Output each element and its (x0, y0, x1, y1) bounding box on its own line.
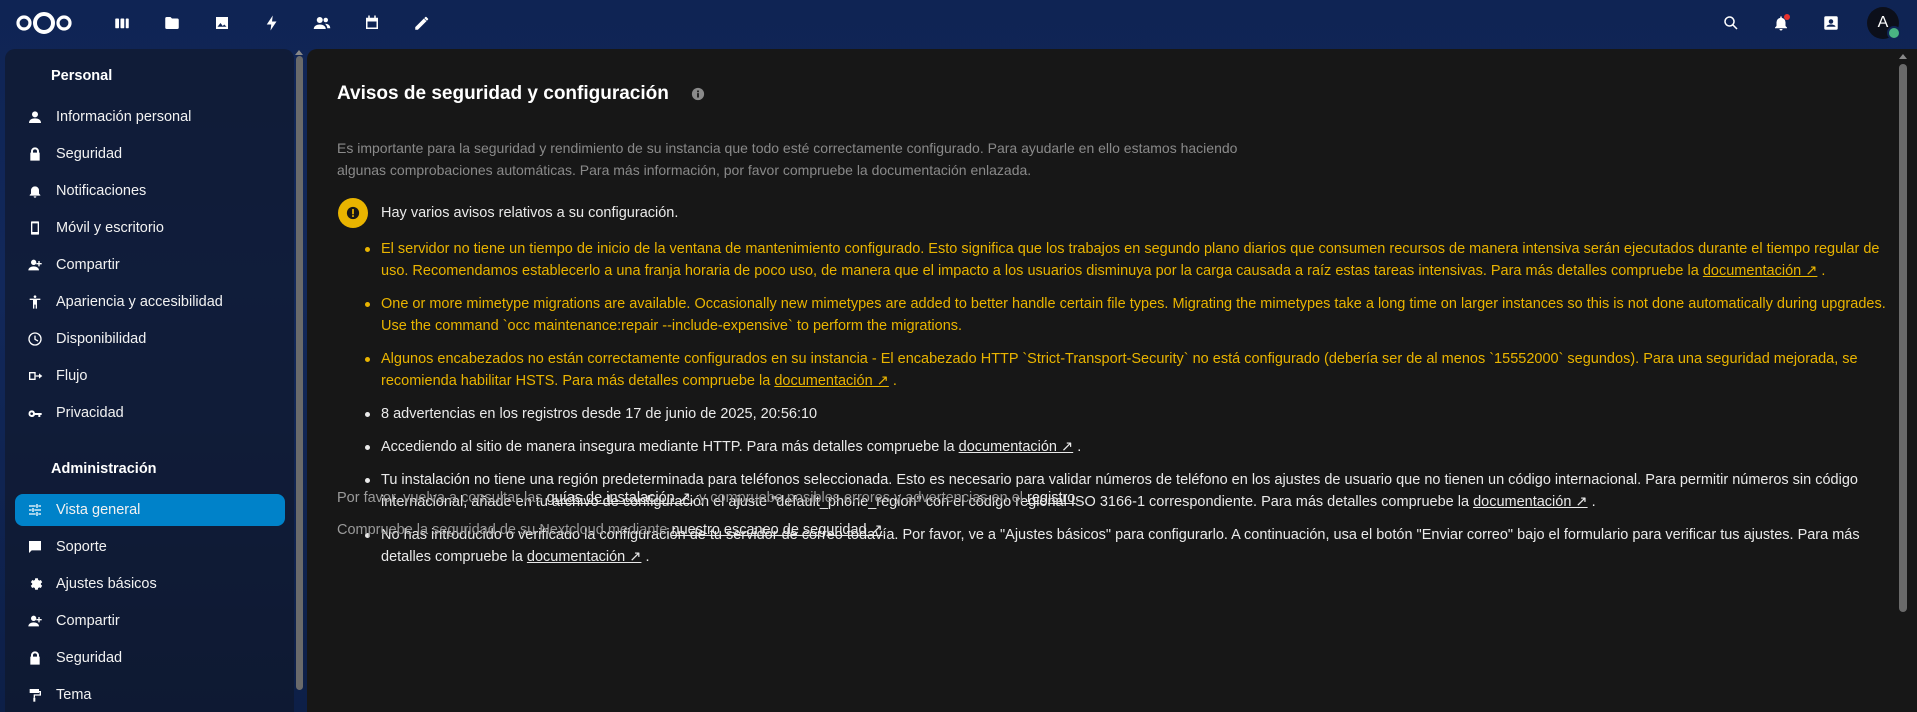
sidebar-item-notifications[interactable]: Notificaciones (15, 175, 285, 207)
phone-icon (15, 220, 55, 236)
sidebar-item-security-personal[interactable]: Seguridad (15, 138, 285, 170)
sidebar-item-basic-settings[interactable]: Ajustes básicos (15, 568, 285, 600)
page-title: Avisos de seguridad y configuración (337, 83, 669, 104)
main-scrollbar[interactable] (1899, 64, 1907, 612)
list-item: One or more mimetype migrations are avai… (337, 293, 1897, 337)
contacts-menu-icon[interactable] (1819, 11, 1843, 35)
sidebar-item-availability[interactable]: Disponibilidad (15, 323, 285, 355)
issue-text: El servidor no tiene un tiempo de inicio… (381, 241, 1880, 279)
sidebar-item-label: Compartir (56, 613, 120, 629)
chat-icon (15, 539, 55, 555)
search-icon[interactable] (1719, 11, 1743, 35)
sidebar-item-overview[interactable]: Vista general (15, 494, 285, 526)
accessibility-icon (15, 294, 55, 310)
contacts-icon[interactable] (310, 11, 334, 35)
flow-icon (15, 368, 55, 384)
sidebar-item-label: Privacidad (56, 405, 124, 421)
sidebar-item-label: Flujo (56, 368, 88, 384)
sidebar-item-label: Información personal (56, 109, 192, 125)
sidebar-scroll-up-arrow[interactable] (295, 50, 303, 55)
key-icon (15, 405, 55, 421)
notification-dot (1784, 14, 1790, 20)
issue-text: One or more mimetype migrations are avai… (381, 296, 1886, 334)
issue-text: Algunos encabezados no están correctamen… (381, 351, 1858, 389)
sliders-icon (15, 502, 55, 518)
notes-icon[interactable] (410, 11, 434, 35)
sidebar-item-label: Disponibilidad (56, 331, 147, 347)
calendar-icon[interactable] (360, 11, 384, 35)
notifications-bell-icon[interactable] (1769, 11, 1793, 35)
sidebar-item-support[interactable]: Soporte (15, 531, 285, 563)
footer-text: Compruebe la seguridad de su Nextcloud m… (337, 522, 668, 538)
sidebar-item-label: Vista general (56, 502, 141, 518)
log-link[interactable]: registro (1027, 490, 1075, 506)
sidebar-item-label: Notificaciones (56, 183, 147, 199)
list-item: Algunos encabezados no están correctamen… (337, 348, 1897, 392)
lock-icon (15, 650, 55, 666)
nextcloud-logo[interactable] (14, 11, 74, 35)
security-scan-link[interactable]: nuestro escaneo de seguridad ↗ (672, 522, 883, 538)
settings-sidebar: Personal Información personal Seguridad … (5, 49, 294, 712)
sidebar-item-theming[interactable]: Tema (15, 679, 285, 711)
user-icon (15, 109, 55, 125)
sidebar-item-sharing-personal[interactable]: Compartir (15, 249, 285, 281)
lock-icon (15, 146, 55, 162)
clock-icon (15, 331, 55, 347)
sidebar-item-sharing-admin[interactable]: Compartir (15, 605, 285, 637)
list-item: El servidor no tiene un tiempo de inicio… (337, 238, 1897, 282)
intro-text: Es importante para la seguridad y rendim… (337, 140, 1238, 178)
sidebar-item-label: Ajustes básicos (56, 576, 157, 592)
admin-heading: Administración (51, 461, 157, 477)
sidebar-item-label: Compartir (56, 257, 120, 273)
footer-text: Por favor, vuelva a consultar las (337, 490, 543, 506)
sidebar-scrollbar[interactable] (296, 56, 303, 690)
footer-text: , y compruebe posibles errores y adverte… (690, 490, 1023, 506)
sidebar-item-label: Apariencia y accesibilidad (56, 294, 223, 310)
install-guides-link[interactable]: guías de instalación ↗ (547, 490, 691, 506)
sidebar-item-privacy[interactable]: Privacidad (15, 397, 285, 429)
sidebar-item-security-admin[interactable]: Seguridad (15, 642, 285, 674)
list-item: Accediendo al sitio de manera insegura m… (337, 436, 1897, 458)
gear-icon (15, 576, 55, 592)
photos-icon[interactable] (210, 11, 234, 35)
documentation-link[interactable]: documentación ↗ (1703, 263, 1818, 279)
sidebar-item-flow[interactable]: Flujo (15, 360, 285, 392)
documentation-link[interactable]: documentación ↗ (1473, 494, 1588, 510)
sidebar-item-personal-info[interactable]: Información personal (15, 101, 285, 133)
sidebar-item-mobile-desktop[interactable]: Móvil y escritorio (15, 212, 285, 244)
sidebar-item-label: Seguridad (56, 650, 123, 666)
documentation-link[interactable]: documentación ↗ (959, 439, 1074, 455)
share-icon (15, 257, 55, 273)
documentation-link[interactable]: documentación ↗ (774, 373, 889, 389)
sidebar-item-appearance[interactable]: Apariencia y accesibilidad (15, 286, 285, 318)
sidebar-item-label: Móvil y escritorio (56, 220, 164, 236)
files-icon[interactable] (160, 11, 184, 35)
user-avatar[interactable]: A (1867, 7, 1901, 40)
list-item: 8 advertencias en los registros desde 17… (337, 403, 1897, 425)
main-scroll-up-arrow[interactable] (1899, 54, 1907, 59)
alert-icon (346, 206, 360, 220)
activity-icon[interactable] (260, 11, 284, 35)
bell-icon (15, 183, 55, 199)
warning-heading: Hay varios avisos relativos a su configu… (381, 205, 679, 221)
sidebar-item-label: Seguridad (56, 146, 123, 162)
dashboard-icon[interactable] (110, 11, 134, 35)
issue-text: 8 advertencias en los registros desde 17… (381, 406, 818, 422)
sidebar-item-label: Soporte (56, 539, 107, 555)
main-content: Avisos de seguridad y configuración Es i… (307, 49, 1917, 712)
sidebar-item-label: Tema (56, 687, 92, 703)
issue-text: Accediendo al sitio de manera insegura m… (381, 439, 955, 455)
paint-icon (15, 687, 55, 703)
top-bar: A (0, 0, 1917, 46)
footer-security-scan: Compruebe la seguridad de su Nextcloud m… (337, 522, 887, 538)
warning-badge (338, 198, 368, 228)
info-icon[interactable] (691, 87, 705, 101)
personal-heading: Personal (51, 68, 113, 84)
documentation-link[interactable]: documentación ↗ (527, 549, 642, 565)
online-status-dot (1887, 26, 1901, 40)
footer-install-guides: Por favor, vuelva a consultar las guías … (337, 490, 1080, 506)
share-icon (15, 613, 55, 629)
